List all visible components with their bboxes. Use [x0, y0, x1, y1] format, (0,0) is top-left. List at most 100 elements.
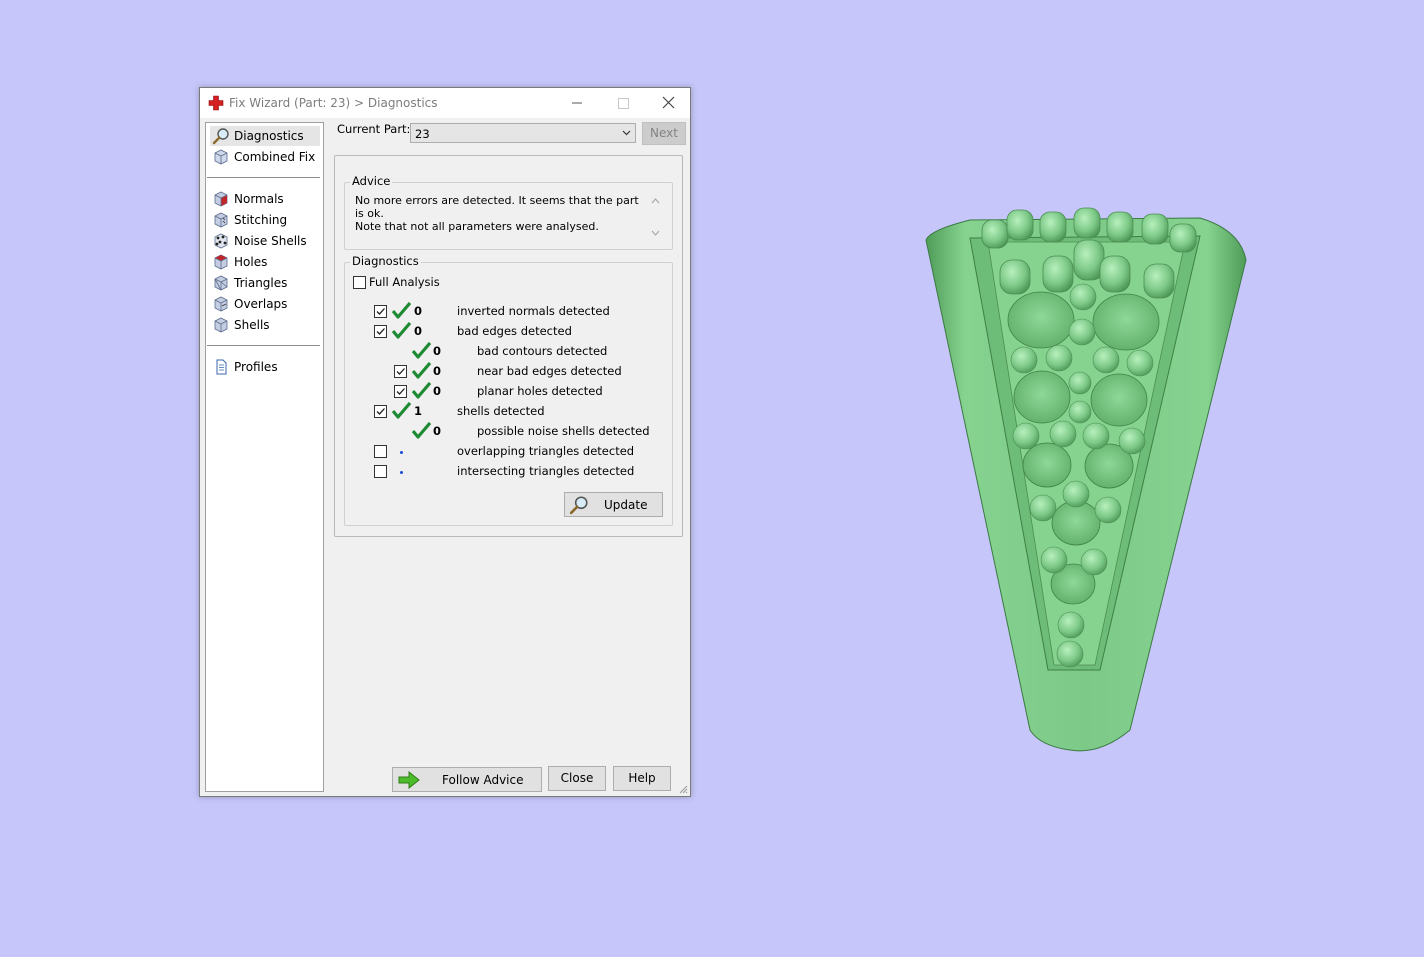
checkmark-icon	[376, 328, 385, 335]
near-bad-edges-count: 0	[433, 364, 442, 378]
sidebar-item-shells[interactable]: Shells	[210, 315, 320, 335]
checkmark-icon	[396, 368, 405, 375]
red-cross-icon	[208, 95, 224, 111]
shells-cube-icon	[214, 317, 228, 333]
sidebar: Diagnostics Combined Fix Normals Stitchi…	[205, 122, 324, 792]
triangles-cube-icon	[214, 275, 228, 291]
sidebar-item-label: Diagnostics	[234, 129, 304, 143]
help-button[interactable]: Help	[613, 766, 671, 791]
maximize-button[interactable]	[600, 88, 646, 118]
sidebar-item-overlaps[interactable]: Overlaps	[210, 294, 320, 314]
stitching-cube-icon	[214, 212, 228, 228]
minimize-icon	[572, 102, 582, 104]
green-check-icon	[392, 402, 412, 419]
update-button[interactable]: Update	[564, 492, 663, 517]
ring-3d-model[interactable]	[900, 190, 1280, 770]
overlapping-triangles-checkbox[interactable]	[374, 445, 387, 458]
sidebar-item-profiles[interactable]: Profiles	[210, 357, 320, 377]
current-part-label: Current Part:	[337, 122, 411, 136]
update-label: Update	[604, 498, 648, 512]
resize-grip-icon[interactable]	[678, 784, 688, 794]
sidebar-item-diagnostics[interactable]: Diagnostics	[210, 126, 320, 146]
scroll-up-icon[interactable]	[651, 197, 660, 205]
advice-line-1: No more errors are detected. It seems th…	[355, 194, 639, 220]
near-bad-edges-checkbox[interactable]	[394, 365, 407, 378]
bad-contours-count: 0	[433, 344, 442, 358]
green-check-icon	[392, 302, 412, 319]
advice-textbox: No more errors are detected. It seems th…	[352, 193, 664, 243]
chevron-down-icon	[622, 130, 631, 136]
title-bar[interactable]: Fix Wizard (Part: 23) > Diagnostics	[200, 88, 690, 118]
overlaps-cube-icon	[214, 296, 228, 312]
close-icon	[662, 96, 675, 109]
shells-checkbox[interactable]	[374, 405, 387, 418]
checkmark-icon	[396, 388, 405, 395]
maximize-icon	[618, 98, 629, 109]
sidebar-item-label: Normals	[234, 192, 284, 206]
close-button[interactable]: Close	[548, 766, 606, 791]
sidebar-item-stitching[interactable]: Stitching	[210, 210, 320, 230]
sidebar-item-normals[interactable]: Normals	[210, 189, 320, 209]
planar-holes-count: 0	[433, 384, 442, 398]
magnifier-icon	[212, 128, 229, 145]
magnifier-icon	[569, 496, 588, 515]
sidebar-item-label: Triangles	[234, 276, 288, 290]
sidebar-item-label: Holes	[234, 255, 268, 269]
inverted-normals-label: inverted normals detected	[457, 304, 610, 318]
sidebar-item-holes[interactable]: Holes	[210, 252, 320, 272]
bad-edges-label: bad edges detected	[457, 324, 572, 338]
inverted-normals-count: 0	[414, 304, 423, 318]
green-check-icon	[412, 422, 432, 439]
sidebar-item-label: Profiles	[234, 360, 278, 374]
not-analysed-dot-icon	[400, 471, 403, 474]
inverted-normals-checkbox[interactable]	[374, 305, 387, 318]
shells-label: shells detected	[457, 404, 545, 418]
bad-edges-count: 0	[414, 324, 423, 338]
holes-cube-icon	[214, 254, 228, 270]
advice-line-2: Note that not all parameters were analys…	[355, 220, 599, 233]
planar-holes-checkbox[interactable]	[394, 385, 407, 398]
noise-shells-label: possible noise shells detected	[477, 424, 650, 438]
full-analysis-checkbox[interactable]	[353, 276, 366, 289]
minimize-button[interactable]	[554, 88, 600, 118]
checkmark-icon	[376, 308, 385, 315]
sidebar-separator	[207, 177, 320, 178]
arrow-right-icon	[398, 771, 420, 789]
window-title: Fix Wizard (Part: 23) > Diagnostics	[229, 96, 438, 110]
planar-holes-label: planar holes detected	[477, 384, 603, 398]
follow-advice-label: Follow Advice	[442, 773, 524, 787]
sidebar-separator	[207, 345, 320, 346]
checkmark-icon	[376, 408, 385, 415]
green-check-icon	[412, 382, 432, 399]
near-bad-edges-label: near bad edges detected	[477, 364, 622, 378]
normals-cube-icon	[214, 191, 228, 207]
sidebar-item-noise-shells[interactable]: Noise Shells	[210, 231, 320, 251]
bad-contours-label: bad contours detected	[477, 344, 608, 358]
follow-advice-button[interactable]: Follow Advice	[392, 767, 542, 792]
sidebar-item-combined-fix[interactable]: Combined Fix	[210, 147, 320, 167]
bad-edges-checkbox[interactable]	[374, 325, 387, 338]
sidebar-item-label: Noise Shells	[234, 234, 307, 248]
current-part-select[interactable]: 23	[410, 123, 636, 143]
sidebar-item-label: Stitching	[234, 213, 288, 227]
green-check-icon	[412, 342, 432, 359]
cube-icon	[214, 149, 228, 165]
next-button[interactable]: Next	[642, 122, 686, 145]
green-check-icon	[392, 322, 412, 339]
fix-wizard-window: Fix Wizard (Part: 23) > Diagnostics Diag…	[199, 87, 691, 797]
advice-legend: Advice	[350, 174, 393, 188]
sidebar-item-triangles[interactable]: Triangles	[210, 273, 320, 293]
overlapping-triangles-label: overlapping triangles detected	[457, 444, 635, 458]
sidebar-item-label: Shells	[234, 318, 270, 332]
sidebar-item-label: Combined Fix	[234, 150, 316, 164]
intersecting-triangles-checkbox[interactable]	[374, 465, 387, 478]
intersecting-triangles-label: intersecting triangles detected	[457, 464, 635, 478]
diagnostics-legend: Diagnostics	[350, 254, 421, 268]
close-window-button[interactable]	[646, 88, 692, 118]
current-part-value: 23	[415, 127, 430, 141]
not-analysed-dot-icon	[400, 451, 403, 454]
scroll-down-icon[interactable]	[651, 229, 660, 237]
noise-shells-count: 0	[433, 424, 442, 438]
green-check-icon	[412, 362, 432, 379]
document-icon	[216, 359, 227, 375]
